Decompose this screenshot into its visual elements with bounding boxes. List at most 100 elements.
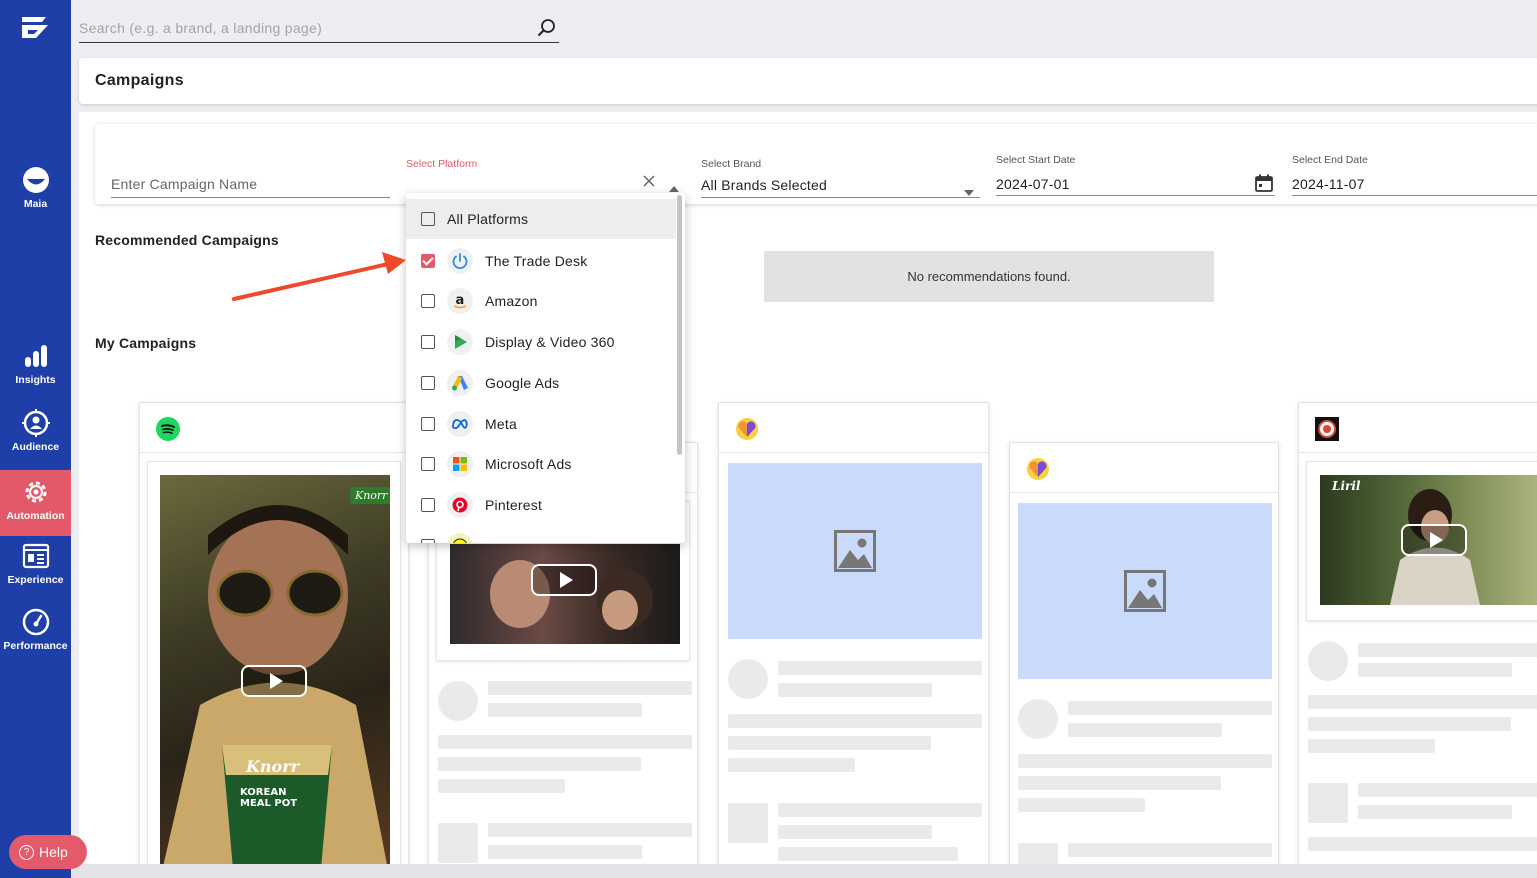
ad-preview: Liril <box>1306 461 1537 621</box>
end-date-label: Select End Date <box>1292 154 1368 166</box>
checkbox[interactable] <box>421 417 435 431</box>
svg-text:a: a <box>456 293 465 308</box>
help-button[interactable]: ? Help <box>9 835 87 869</box>
campaign-name-placeholder: Enter Campaign Name <box>111 176 258 192</box>
option-amazon[interactable]: a Amazon <box>406 281 676 321</box>
no-recommendations-box: No recommendations found. <box>764 251 1214 302</box>
gear-icon <box>22 478 50 506</box>
knorr-cup-text: Knorr <box>246 757 300 776</box>
dv360-icon <box>447 329 473 355</box>
option-label: Microsoft Ads <box>485 456 572 472</box>
campaign-card[interactable]: Knorr Knorr KOREAN MEAL POT <box>139 402 409 878</box>
image-placeholder <box>1018 503 1272 679</box>
start-date-label: Select Start Date <box>996 154 1076 166</box>
microsoft-icon <box>447 451 473 477</box>
option-pinterest[interactable]: Pinterest <box>406 485 676 525</box>
app-logo-icon <box>22 17 48 38</box>
checkbox[interactable] <box>421 294 435 308</box>
sidebar-item-label: Experience <box>7 574 64 586</box>
campaign-card[interactable] <box>718 402 989 878</box>
search-input[interactable] <box>79 16 519 40</box>
filter-bar: Enter Campaign Name Select Platform Sele… <box>95 124 1537 204</box>
meta-icon <box>447 411 473 437</box>
start-date-field[interactable]: Select Start Date 2024-07-01 <box>996 152 1275 196</box>
search-icon[interactable] <box>537 18 557 43</box>
play-button[interactable] <box>531 564 597 596</box>
image-placeholder <box>728 463 982 639</box>
maia-icon <box>22 166 50 194</box>
bar-chart-icon <box>22 342 50 370</box>
option-label: Meta <box>485 416 517 432</box>
ad-preview: Knorr Knorr KOREAN MEAL POT <box>147 461 401 878</box>
image-placeholder-icon <box>834 530 876 572</box>
sidebar-item-label: Maia <box>23 198 48 210</box>
option-google-ads[interactable]: Google Ads <box>406 363 676 403</box>
knorr-logo: Knorr <box>350 487 390 504</box>
clear-icon[interactable] <box>642 174 656 193</box>
sidebar-item-label: Automation <box>6 510 65 522</box>
sidebar-item-performance[interactable]: Performance <box>0 608 71 652</box>
ad-video[interactable] <box>450 544 680 644</box>
checkbox[interactable] <box>421 498 435 512</box>
checkbox[interactable] <box>421 376 435 390</box>
brand-heart-icon <box>1027 458 1049 480</box>
my-campaigns-title: My Campaigns <box>95 335 197 351</box>
ad-video[interactable]: Knorr Knorr KOREAN MEAL POT <box>160 475 390 878</box>
option-partial[interactable] <box>406 526 676 543</box>
start-date-value: 2024-07-01 <box>996 176 1070 192</box>
option-label: Google Ads <box>485 375 560 391</box>
liril-logo: Liril <box>1332 479 1361 493</box>
app-logo[interactable] <box>20 14 50 42</box>
play-button[interactable] <box>241 665 307 697</box>
option-all-platforms[interactable]: All Platforms <box>406 199 676 239</box>
brand-select[interactable]: Select Brand All Brands Selected <box>701 156 980 198</box>
knorr-product-text: KOREAN MEAL POT <box>240 787 298 809</box>
sidebar-item-label: Performance <box>3 640 68 652</box>
sidebar-item-automation[interactable]: Automation <box>0 470 71 536</box>
page-header: Campaigns <box>79 58 1537 104</box>
checkbox[interactable] <box>421 457 435 471</box>
end-date-field[interactable]: Select End Date 2024-11-07 <box>1292 152 1537 196</box>
image-placeholder-icon <box>1124 570 1166 612</box>
no-recommendations-text: No recommendations found. <box>907 269 1071 284</box>
option-display-video-360[interactable]: Display & Video 360 <box>406 322 676 362</box>
zee-channel-icon <box>1315 417 1339 441</box>
amazon-icon: a <box>447 288 473 314</box>
global-search <box>79 16 559 43</box>
checkbox[interactable] <box>421 212 435 226</box>
platform-dropdown: All Platforms The Trade Desk a Amazon Di… <box>406 193 685 543</box>
page-title: Campaigns <box>95 72 184 89</box>
play-button[interactable] <box>1401 524 1467 556</box>
checkbox[interactable] <box>421 539 435 543</box>
sidebar-item-audience[interactable]: Audience <box>0 409 71 453</box>
campaign-card[interactable] <box>1009 442 1279 878</box>
dropdown-scrollbar[interactable] <box>677 195 682 455</box>
option-meta[interactable]: Meta <box>406 404 676 444</box>
platform-select[interactable]: Select Platform <box>406 156 685 198</box>
campaign-card[interactable]: Liril <box>1298 402 1537 878</box>
sidebar-item-insights[interactable]: Insights <box>0 342 71 386</box>
option-label: All Platforms <box>447 211 529 227</box>
campaign-name-field[interactable]: Enter Campaign Name <box>111 174 390 200</box>
option-label: The Trade Desk <box>485 253 588 269</box>
checkbox[interactable] <box>421 254 435 268</box>
ad-video[interactable]: Liril <box>1320 475 1537 605</box>
option-label: Display & Video 360 <box>485 334 615 350</box>
sidebar-item-maia[interactable]: Maia <box>0 166 71 210</box>
trade-desk-icon <box>447 248 473 274</box>
google-ads-icon <box>447 370 473 396</box>
pinterest-icon <box>447 492 473 518</box>
option-microsoft-ads[interactable]: Microsoft Ads <box>406 444 676 484</box>
option-the-trade-desk[interactable]: The Trade Desk <box>406 241 676 281</box>
help-label: Help <box>39 844 68 860</box>
brand-label: Select Brand <box>701 158 762 170</box>
end-date-value: 2024-11-07 <box>1292 176 1365 192</box>
card-header <box>1010 443 1278 493</box>
sidebar-item-experience[interactable]: Experience <box>0 542 71 586</box>
bottom-scrollbar-track[interactable] <box>71 864 1537 878</box>
card-header <box>140 403 408 453</box>
spotify-icon <box>156 417 180 441</box>
caret-down-icon <box>964 183 974 201</box>
snapchat-icon <box>447 533 473 543</box>
checkbox[interactable] <box>421 335 435 349</box>
